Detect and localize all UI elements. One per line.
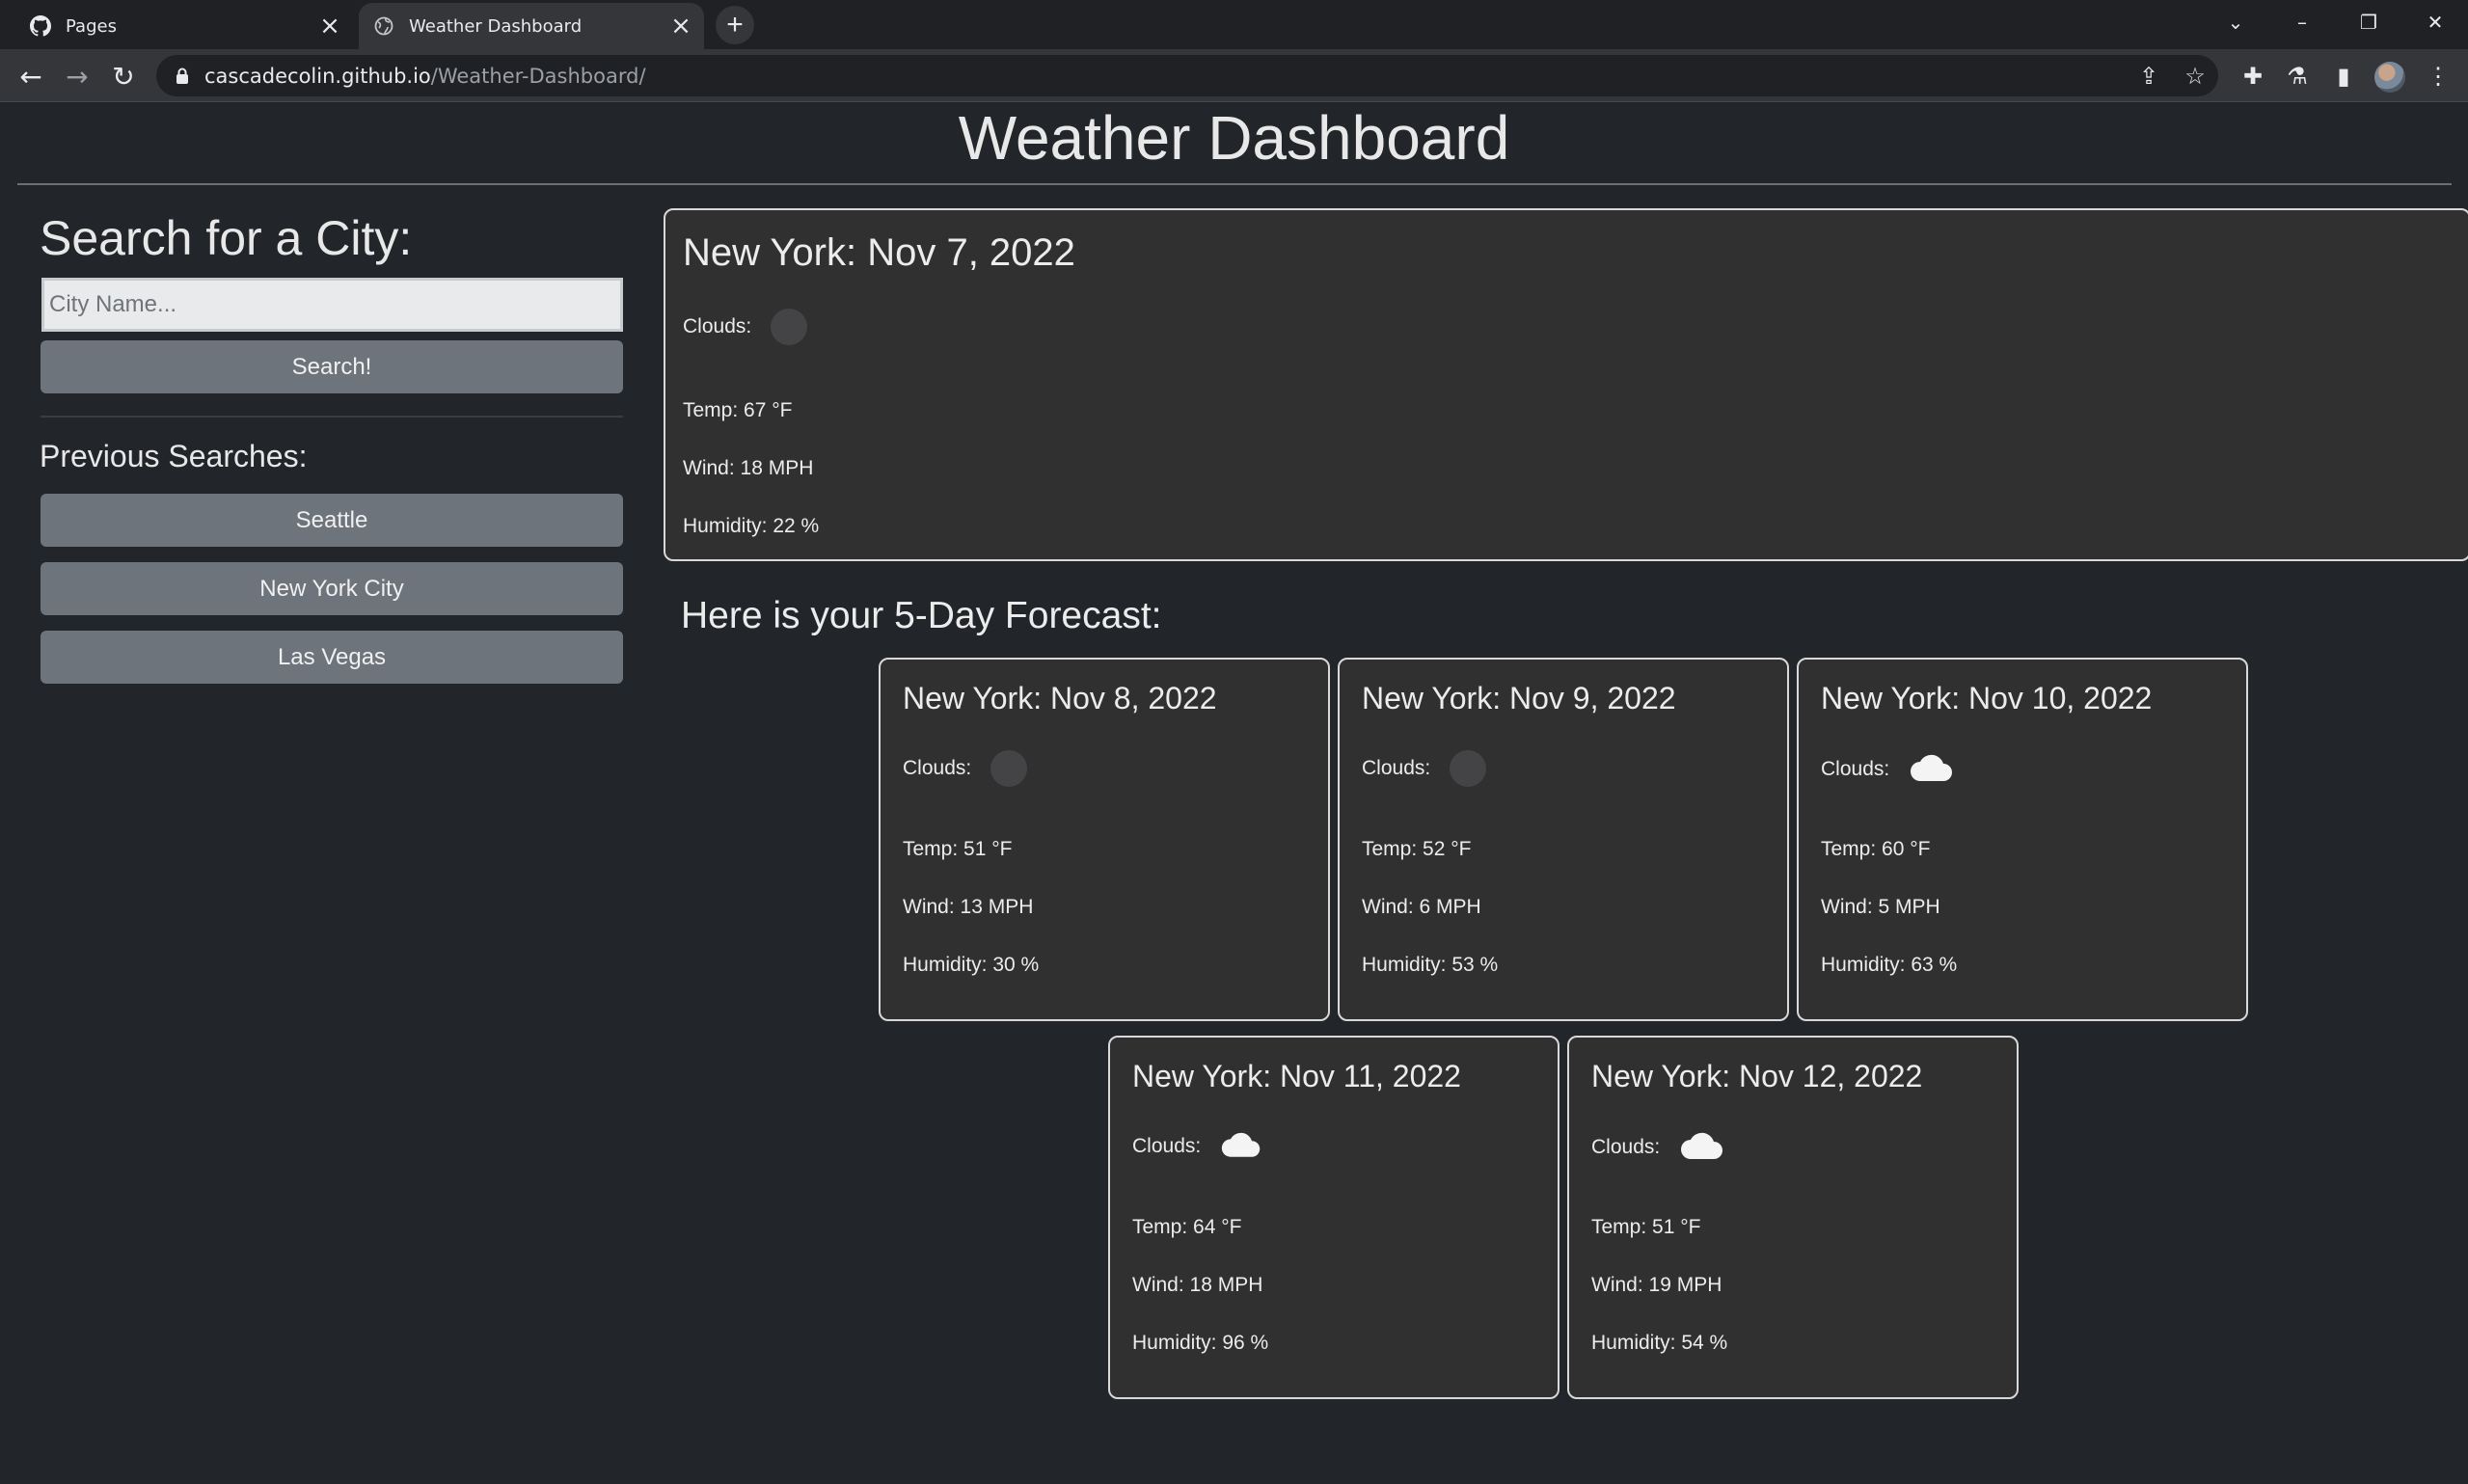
cloud-icon xyxy=(1909,750,1955,789)
extensions-icon[interactable]: ✚ xyxy=(2237,61,2268,92)
temp-value: Temp: 60 °F xyxy=(1821,838,1931,860)
cloud-icon xyxy=(1220,1128,1262,1165)
clouds-empty-icon xyxy=(771,309,808,345)
forecast-date: New York: Nov 8, 2022 xyxy=(903,681,1217,715)
restore-icon[interactable]: ❐ xyxy=(2346,0,2392,43)
humidity-value: Humidity: 30 % xyxy=(903,954,1040,976)
forecast-card: New York: Nov 8, 2022 Clouds: Temp: 51 °… xyxy=(879,658,1330,1021)
humidity-value: Humidity: 96 % xyxy=(1132,1332,1269,1354)
clouds-row: Clouds: xyxy=(1821,750,1955,789)
clouds-row: Clouds: xyxy=(1132,1128,1262,1165)
humidity-value: Humidity: 63 % xyxy=(1821,954,1958,976)
clouds-row: Clouds: xyxy=(903,750,1028,787)
temp-value: Temp: 51 °F xyxy=(1591,1216,1701,1238)
wind-value: Wind: 6 MPH xyxy=(1362,896,1481,918)
forward-icon[interactable]: → xyxy=(58,57,96,95)
address-bar[interactable]: cascadecolin.github.io/Weather-Dashboard… xyxy=(156,55,2218,96)
temp-value: Temp: 52 °F xyxy=(1362,838,1472,860)
title-divider xyxy=(17,183,2452,185)
previous-search-seattle[interactable]: Seattle xyxy=(41,494,623,547)
temp-value: Temp: 67 °F xyxy=(683,399,793,421)
forecast-card: New York: Nov 11, 2022 Clouds: Temp: 64 … xyxy=(1108,1036,1559,1399)
bookmark-star-icon[interactable]: ☆ xyxy=(2182,63,2209,90)
temp-value: Temp: 64 °F xyxy=(1132,1216,1242,1238)
forecast-date: New York: Nov 9, 2022 xyxy=(1362,681,1676,715)
wind-value: Wind: 19 MPH xyxy=(1591,1274,1722,1296)
clouds-row: Clouds: xyxy=(1591,1128,1725,1167)
temp-value: Temp: 51 °F xyxy=(903,838,1013,860)
forecast-card: New York: Nov 12, 2022 Clouds: Temp: 51 … xyxy=(1567,1036,2019,1399)
forecast-date: New York: Nov 11, 2022 xyxy=(1132,1059,1461,1093)
github-icon xyxy=(29,14,52,38)
menu-kebab-icon[interactable]: ⋮ xyxy=(2423,61,2454,92)
clouds-label: Clouds: xyxy=(1821,758,1890,780)
clouds-label: Clouds: xyxy=(1591,1136,1661,1158)
tab-title: Pages xyxy=(66,15,117,37)
close-tab-icon[interactable]: × xyxy=(667,12,694,40)
tab-pages[interactable]: Pages × xyxy=(15,3,353,49)
search-button[interactable]: Search! xyxy=(41,340,623,393)
cloud-icon xyxy=(1679,1128,1725,1167)
humidity-value: Humidity: 22 % xyxy=(683,515,820,537)
url-host: cascadecolin.github.io xyxy=(204,64,431,88)
page: Weather Dashboard Search for a City: Sea… xyxy=(0,103,2468,1484)
clouds-label: Clouds: xyxy=(1362,757,1431,779)
globe-icon xyxy=(372,14,395,38)
labs-flask-icon[interactable]: ⚗ xyxy=(2282,61,2313,92)
clouds-label: Clouds: xyxy=(683,315,752,337)
wind-value: Wind: 18 MPH xyxy=(683,457,814,479)
clouds-label: Clouds: xyxy=(903,757,972,779)
wind-value: Wind: 18 MPH xyxy=(1132,1274,1263,1296)
new-tab-button[interactable]: + xyxy=(716,6,754,44)
city-search-input[interactable] xyxy=(41,278,623,332)
close-window-icon[interactable]: ✕ xyxy=(2412,0,2458,43)
wind-value: Wind: 5 MPH xyxy=(1821,896,1940,918)
previous-searches-heading: Previous Searches: xyxy=(40,439,308,473)
forecast-heading: Here is your 5-Day Forecast: xyxy=(681,595,1162,636)
current-weather-card: New York: Nov 7, 2022 Clouds: Temp: 67 °… xyxy=(664,208,2468,561)
forecast-card: New York: Nov 10, 2022 Clouds: Temp: 60 … xyxy=(1797,658,2248,1021)
url-path: /Weather-Dashboard/ xyxy=(430,64,646,88)
tab-title: Weather Dashboard xyxy=(409,15,583,37)
humidity-value: Humidity: 53 % xyxy=(1362,954,1499,976)
profile-avatar[interactable] xyxy=(2374,62,2405,93)
reload-icon[interactable]: ↻ xyxy=(104,57,143,95)
side-panel-icon[interactable]: ▮ xyxy=(2328,61,2359,92)
clouds-label: Clouds: xyxy=(1132,1135,1202,1157)
current-weather-title: New York: Nov 7, 2022 xyxy=(683,231,1075,274)
browser-tabstrip: Pages × Weather Dashboard × + ⌄ – ❐ ✕ xyxy=(0,0,2468,49)
tab-weather-dashboard[interactable]: Weather Dashboard × xyxy=(359,3,704,49)
close-tab-icon[interactable]: × xyxy=(316,12,343,40)
back-icon[interactable]: ← xyxy=(12,57,50,95)
browser-toolbar: ← → ↻ cascadecolin.github.io/Weather-Das… xyxy=(0,49,2468,102)
clouds-empty-icon xyxy=(990,750,1028,787)
wind-value: Wind: 13 MPH xyxy=(903,896,1034,918)
clouds-row: Clouds: xyxy=(1362,750,1487,787)
clouds-row: Clouds: xyxy=(683,309,808,345)
clouds-empty-icon xyxy=(1450,750,1487,787)
forecast-card: New York: Nov 9, 2022 Clouds: Temp: 52 °… xyxy=(1338,658,1789,1021)
minimize-icon[interactable]: – xyxy=(2279,0,2325,43)
page-title: Weather Dashboard xyxy=(958,103,1510,173)
forecast-date: New York: Nov 10, 2022 xyxy=(1821,681,2153,715)
sidebar-divider xyxy=(41,416,623,418)
humidity-value: Humidity: 54 % xyxy=(1591,1332,1728,1354)
share-icon[interactable]: ⇪ xyxy=(2135,63,2162,90)
previous-search-new-york-city[interactable]: New York City xyxy=(41,562,623,615)
search-heading: Search for a City: xyxy=(40,211,413,265)
tab-search-icon[interactable]: ⌄ xyxy=(2212,0,2259,43)
previous-search-las-vegas[interactable]: Las Vegas xyxy=(41,631,623,684)
lock-icon xyxy=(176,67,193,86)
forecast-date: New York: Nov 12, 2022 xyxy=(1591,1059,1923,1093)
